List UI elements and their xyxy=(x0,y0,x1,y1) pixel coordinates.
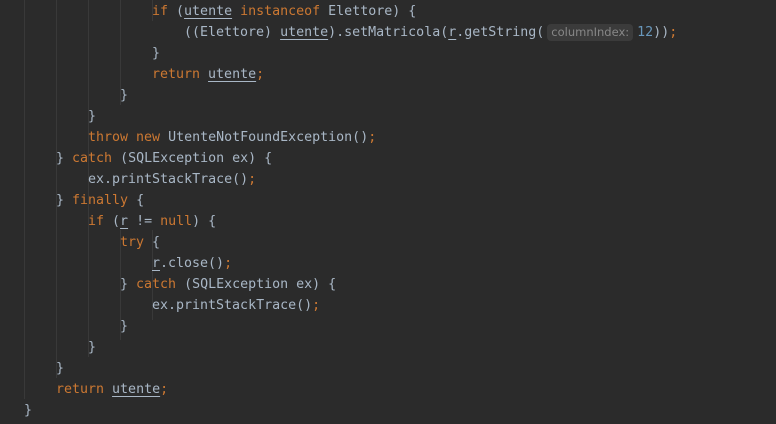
code-token: (SQLException ex) { xyxy=(184,277,337,292)
code-token: utente xyxy=(184,4,233,19)
code-line[interactable]: } finally { xyxy=(56,190,144,211)
code-line[interactable]: return utente; xyxy=(152,64,264,85)
code-line[interactable]: ((Elettore) utente).setMatricola(r.getSt… xyxy=(184,22,677,43)
code-token: throw new xyxy=(88,130,169,145)
code-line[interactable]: } catch (SQLException ex) { xyxy=(120,274,336,295)
code-token: )) xyxy=(653,25,670,40)
code-token: (SQLException ex) { xyxy=(120,151,273,166)
code-token: utente xyxy=(112,382,161,397)
code-token: ; xyxy=(669,25,678,40)
code-token: utente xyxy=(280,25,329,40)
code-token: ; xyxy=(256,67,265,82)
code-token: } xyxy=(120,88,129,103)
code-token: ((Elettore) xyxy=(184,25,281,40)
code-line[interactable]: ex.printStackTrace(); xyxy=(152,295,320,316)
code-token: ex.printStackTrace() xyxy=(152,298,313,313)
code-token: } xyxy=(88,109,97,124)
code-token: return xyxy=(152,67,209,82)
code-token: ; xyxy=(248,172,257,187)
code-token: finally xyxy=(72,193,137,208)
code-token: UtenteNotFoundException() xyxy=(168,130,369,145)
code-token: 12 xyxy=(637,25,654,40)
code-line[interactable]: try { xyxy=(120,232,160,253)
parameter-hint: columnIndex: xyxy=(547,24,634,41)
code-token: } xyxy=(88,340,97,355)
code-token: instanceof xyxy=(232,4,329,19)
code-token: ; xyxy=(224,256,233,271)
code-token: .getString( xyxy=(456,25,545,40)
code-token: } xyxy=(56,193,73,208)
code-token: ; xyxy=(312,298,321,313)
code-line[interactable]: } xyxy=(56,358,64,379)
code-token: if xyxy=(152,4,177,19)
code-line[interactable]: } catch (SQLException ex) { xyxy=(56,148,272,169)
code-token: catch xyxy=(72,151,121,166)
code-token: r xyxy=(152,256,161,271)
code-line[interactable]: } xyxy=(120,316,128,337)
code-line[interactable]: if (r != null) { xyxy=(88,211,216,232)
code-line[interactable]: } xyxy=(120,85,128,106)
code-token: ex.printStackTrace() xyxy=(88,172,249,187)
code-line[interactable]: r.close(); xyxy=(152,253,232,274)
code-token: } xyxy=(56,151,73,166)
code-token: return xyxy=(56,382,113,397)
code-token: { xyxy=(136,193,145,208)
code-token: } xyxy=(56,361,65,376)
code-line[interactable]: if (utente instanceof Elettore) { xyxy=(152,1,416,22)
code-token: { xyxy=(152,235,161,250)
code-editor[interactable]: if (utente instanceof Elettore) {((Elett… xyxy=(0,0,776,424)
code-token: } xyxy=(120,319,129,334)
code-token: ).setMatricola( xyxy=(328,25,449,40)
code-token: } xyxy=(152,46,161,61)
code-token: ; xyxy=(368,130,377,145)
code-token: } xyxy=(120,277,137,292)
indent-guide xyxy=(24,0,25,399)
code-token: if xyxy=(88,214,113,229)
indent-guide xyxy=(88,10,89,100)
code-token: null xyxy=(160,214,193,229)
code-token: } xyxy=(24,403,33,418)
indent-guide xyxy=(56,0,57,378)
code-line[interactable]: } xyxy=(152,43,160,64)
code-token: ( xyxy=(112,214,121,229)
code-line[interactable]: } xyxy=(88,337,96,358)
code-line[interactable]: } xyxy=(88,106,96,127)
code-line[interactable]: } xyxy=(24,400,32,421)
code-token: utente xyxy=(208,67,257,82)
code-line[interactable]: ex.printStackTrace(); xyxy=(88,169,256,190)
code-token: .close() xyxy=(160,256,225,271)
code-token: ( xyxy=(176,4,185,19)
code-line[interactable]: throw new UtenteNotFoundException(); xyxy=(88,127,376,148)
code-token: try xyxy=(120,235,153,250)
code-line[interactable]: return utente; xyxy=(56,379,168,400)
code-token: != xyxy=(128,214,161,229)
code-token: ; xyxy=(160,382,169,397)
code-token: r xyxy=(120,214,129,229)
code-token: catch xyxy=(136,277,185,292)
code-token: Elettore) { xyxy=(328,4,417,19)
code-token: ) { xyxy=(192,214,217,229)
